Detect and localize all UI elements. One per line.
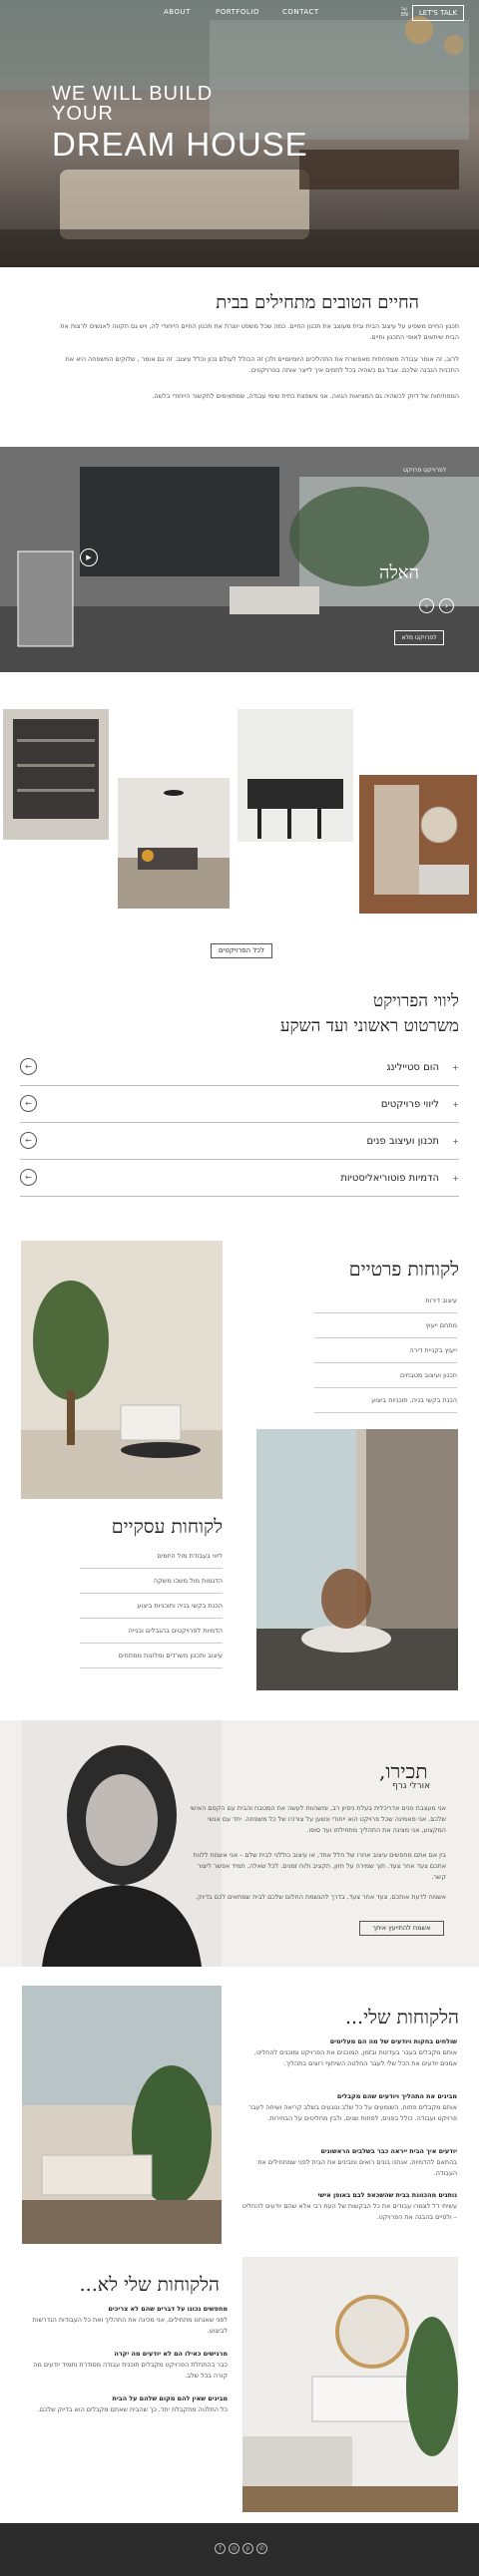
facebook-icon[interactable]: f <box>215 2543 226 2554</box>
project-thumb-kitchen[interactable] <box>238 709 353 842</box>
plus-icon: + <box>452 1100 459 1109</box>
pinterest-icon[interactable]: p <box>242 2543 253 2554</box>
private-clients-image <box>21 1241 223 1499</box>
play-icon[interactable]: ▶ <box>80 549 98 566</box>
intro-paragraph-2: לרוב, זה אומר עבודה משפחתית מאפשרת את הת… <box>65 355 459 374</box>
lang-en[interactable]: EN <box>401 12 408 18</box>
clients-dont-image <box>242 2257 458 2512</box>
service-item[interactable]: הדמיות פוטוריאליסטיות + ← <box>20 1160 459 1197</box>
clients-dont-text: לפני שאנחנו מתחילים, אני מכינה את התהליך… <box>32 2316 228 2335</box>
service-item[interactable]: הום סטיילינג + ← <box>20 1049 459 1086</box>
clients-dont-heading: מרגישים כאילו הם לא יודעים מה יקרה <box>114 2350 228 2358</box>
clients-do-block: שולחים בחקות ויודעים של מה הם מעלימים אות… <box>238 2036 457 2069</box>
business-clients-item: הדמיות לפרויקטים בהגבלים ובנייה <box>80 1619 223 1644</box>
private-clients-item: עיצוב דירות <box>314 1288 457 1313</box>
services-title: ליווי הפרויקט <box>372 991 459 1011</box>
business-clients-image <box>256 1429 458 1690</box>
intro-paragraph-1: תכנון החיים משפיע על עיצוב הבית ובית מעו… <box>60 322 459 341</box>
clients-dont-title: הלקוחות שלי לא... <box>79 2274 220 2296</box>
hero-line-1: WE WILL BUILD <box>52 83 214 105</box>
clients-do-text: בהתאם להדמיות, אנחנו בונים רואים ומבינים… <box>257 2158 457 2177</box>
service-item-label: הום סטיילינג <box>386 1062 439 1073</box>
clients-do-text: עשיתי דל לצמרו עבורים את כל הבקשות של הע… <box>241 2202 457 2221</box>
project-thumb-living[interactable] <box>118 778 230 909</box>
business-clients-item: ליווי בעבודת מול היזמים <box>80 1544 223 1569</box>
clients-do-heading: שולחים בחקות ויודעים של מה הם מעלימים <box>329 2037 457 2045</box>
gallery-project-button[interactable]: לפרויקט מלא <box>394 630 444 645</box>
nav-portfolio[interactable]: PORTFOLIO <box>216 8 259 16</box>
gallery-next-button[interactable]: › <box>439 598 454 613</box>
gallery-title: האלה <box>379 562 419 583</box>
clients-do-heading: מבינים את התהליך ויודעים שהם מקבלים <box>336 2092 457 2100</box>
service-item-label: ליווי פרויקטים <box>380 1099 439 1110</box>
arrow-left-icon[interactable]: ← <box>20 1058 37 1075</box>
hero-section: ABOUT PORTFOLIO CONTACT עב EN LET'S TALK … <box>0 0 479 267</box>
hero-line-3: DREAM HOUSE <box>52 126 308 163</box>
language-switch[interactable]: עב EN <box>401 6 408 18</box>
service-item-label: תכנון ועיצוב פנים <box>366 1136 439 1147</box>
private-clients-item: ייעוץ בקניית דירה <box>314 1338 457 1363</box>
about-subtitle: אורלי גרף <box>392 1781 431 1791</box>
all-projects-button[interactable]: לכל הפרויקטים <box>211 943 272 958</box>
clients-dont-block: מרגישים כאילו הם לא יודעים מה יקרה כבר בה… <box>20 2349 228 2382</box>
business-clients-title: לקוחות עסקיים <box>111 1516 223 1538</box>
business-clients-item: עיצוב ותכנון משרדים ומלונות ממתחים <box>80 1644 223 1668</box>
private-clients-item: הכנת בקשי בניה, תוכניות ביצוע <box>314 1388 457 1413</box>
gallery-prev-button[interactable]: ‹ <box>419 598 434 613</box>
portrait-image <box>22 1720 222 1967</box>
plus-icon: + <box>452 1063 459 1072</box>
consult-button[interactable]: אשמח להתייעץ איתך <box>359 1921 444 1936</box>
clients-dont-heading: מחפשים נכונו על דברים שהם לא צריכים <box>108 2305 228 2313</box>
clients-dont-heading: מבינים שאין להם מקום שלהם על הבית <box>112 2394 228 2402</box>
business-clients-item: הכנת בקשי בניה ותוכניות ביצוע <box>80 1594 223 1619</box>
intro-title: החיים הטובים מתחילים בבית <box>216 292 419 313</box>
lets-talk-button[interactable]: LET'S TALK <box>412 5 464 21</box>
private-clients-item: מתחם ייעוץ <box>314 1313 457 1338</box>
clients-do-title: הלקוחות שלי... <box>344 2007 459 2028</box>
clients-do-block: יודעים איך הבית ייראה כבר בשלבים הראשוני… <box>238 2146 457 2179</box>
plus-icon: + <box>452 1137 459 1146</box>
arrow-left-icon[interactable]: ← <box>20 1169 37 1186</box>
project-thumb-bathroom[interactable] <box>359 775 477 914</box>
about-paragraph-2: בין אם אתם מחפשים עיצוב אחרו של חלל אחד,… <box>193 1851 446 1881</box>
clients-do-text: אותם מקבלים בעבר בעדינות ובזמן, המוכנים … <box>253 2048 457 2067</box>
hero-line-2: YOUR <box>52 103 114 125</box>
clients-do-text: אותם מקבלים פתוח, השומעים על כל שלב ונוג… <box>248 2103 457 2122</box>
service-item[interactable]: ליווי פרויקטים + ← <box>20 1086 459 1123</box>
clients-dont-block: מחפשים נכונו על דברים שהם לא צריכים לפני … <box>20 2304 228 2337</box>
clients-do-block: נותנים מהכוונת בבית שהשכאפ לבם באופן איש… <box>238 2190 457 2223</box>
intro-paragraph-3: המפתיחות של דיוק לכשהיה גם המציאות הגאה.… <box>152 392 459 400</box>
about-paragraph-3: אשמח לדעת אותכם, צעד אחר צעד, בדרך להגשמ… <box>195 1893 446 1901</box>
gallery-subtitle: לפרוייקט פרויקט <box>403 467 447 474</box>
footer <box>0 2523 479 2576</box>
service-item-label: הדמיות פוטוריאליסטיות <box>340 1173 439 1184</box>
project-thumb-shelves[interactable] <box>3 709 109 840</box>
nav-about[interactable]: ABOUT <box>164 8 191 16</box>
clients-do-block: מבינים את התהליך ויודעים שהם מקבלים אותם … <box>238 2091 457 2124</box>
clients-do-heading: יודעים איך הבית ייראה כבר בשלבים הראשוני… <box>320 2147 457 2155</box>
business-clients-item: הדגמות מול משכו משקה <box>80 1569 223 1594</box>
arrow-left-icon[interactable]: ← <box>20 1132 37 1149</box>
clients-do-image <box>22 1986 222 2244</box>
plus-icon: + <box>452 1174 459 1183</box>
whatsapp-icon[interactable]: ✆ <box>256 2543 267 2554</box>
private-clients-title: לקוחות פרטיים <box>348 1259 459 1281</box>
private-clients-item: תכנון ועיצוב מטבחים <box>314 1363 457 1388</box>
clients-dont-text: כבר בהתחלת הפרויקט מקבלים תוכנית עבודה מ… <box>33 2361 228 2380</box>
clients-dont-text: כל החלטה מתקבלת יחד, כך שהבית שאתם מקבלי… <box>37 2405 228 2413</box>
about-paragraph-1: אני מעצבת פנים אדריכלית בעלת ניסיון רב, … <box>190 1804 446 1834</box>
services-subtitle: משרטוט ראשוני ועד השקע <box>279 1016 459 1036</box>
instagram-icon[interactable]: ◎ <box>229 2543 240 2554</box>
arrow-left-icon[interactable]: ← <box>20 1095 37 1112</box>
service-item[interactable]: תכנון ועיצוב פנים + ← <box>20 1123 459 1160</box>
clients-dont-block: מבינים שאין להם מקום שלהם על הבית כל החלט… <box>20 2393 228 2415</box>
clients-do-heading: נותנים מהכוונת בבית שהשכאפ לבם באופן איש… <box>317 2191 457 2199</box>
nav-contact[interactable]: CONTACT <box>282 8 319 16</box>
